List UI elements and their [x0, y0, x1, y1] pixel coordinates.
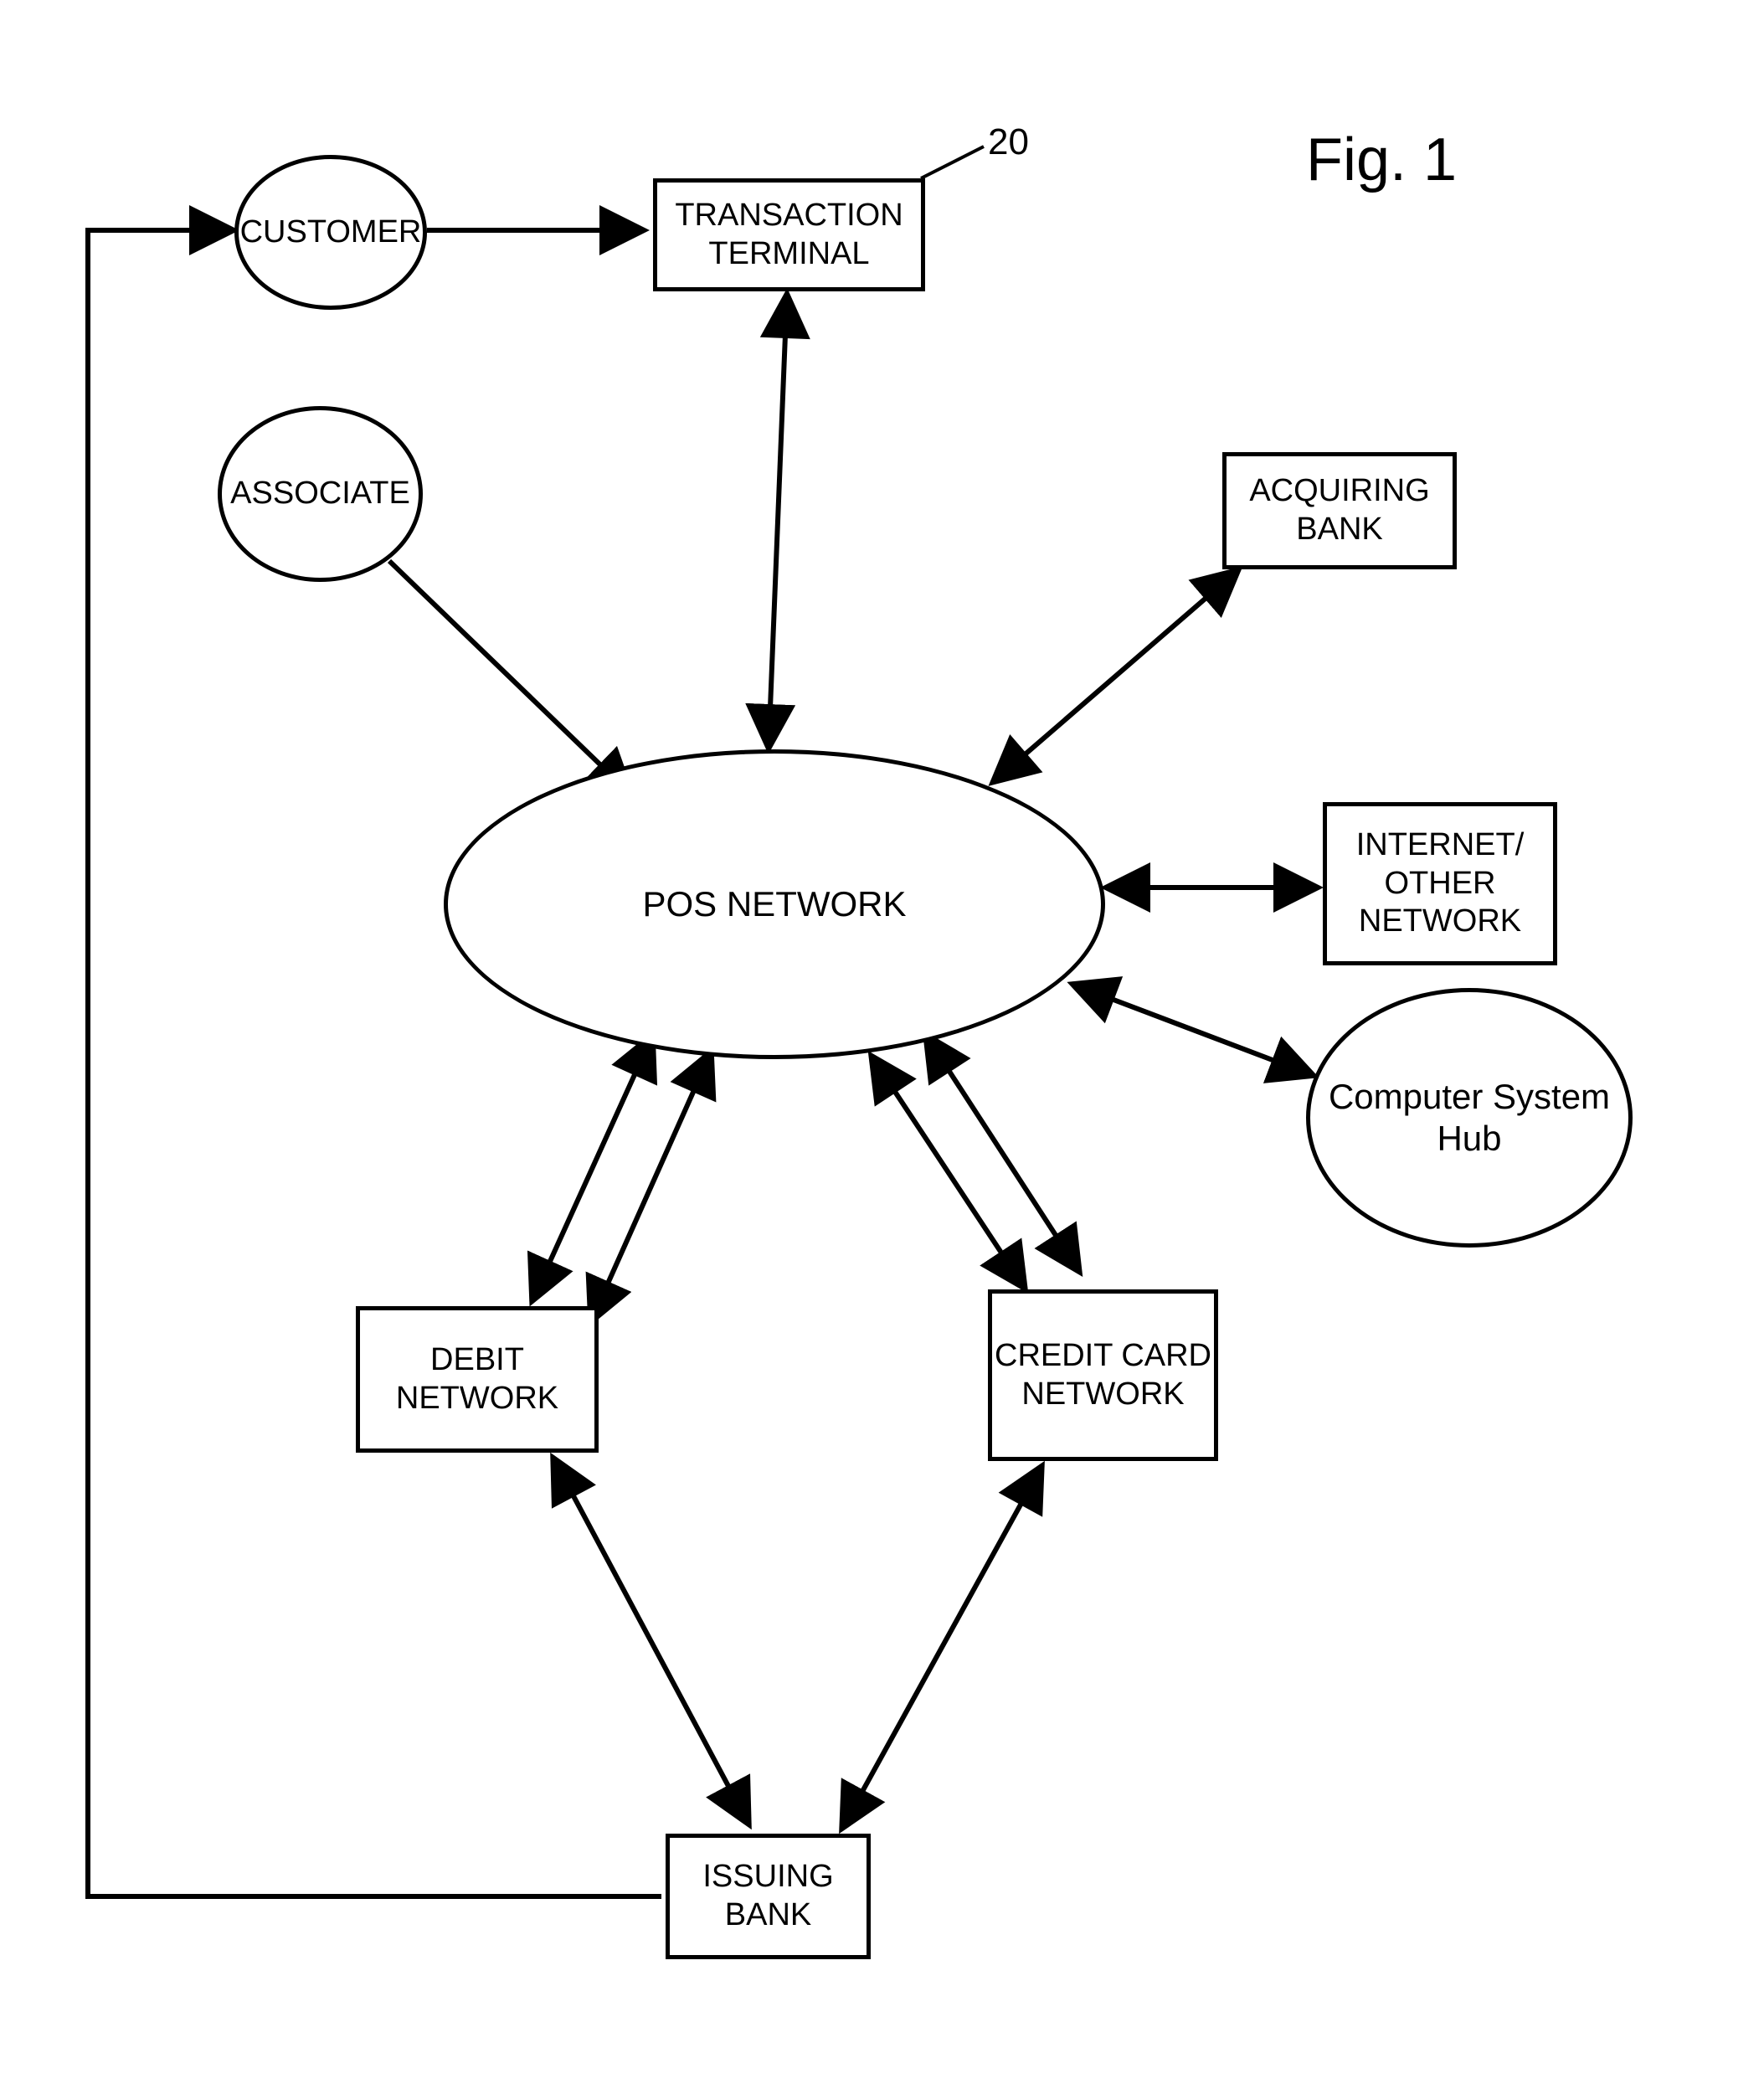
debit-network-label: DEBIT NETWORK	[360, 1341, 594, 1418]
figure-title: Fig. 1	[1306, 126, 1457, 194]
node-customer: CUSTOMER	[234, 155, 427, 310]
credit-card-network-label: CREDIT CARD NETWORK	[992, 1337, 1214, 1413]
node-computer-system-hub: Computer System Hub	[1306, 988, 1633, 1248]
node-credit-card-network: CREDIT CARD NETWORK	[988, 1289, 1218, 1461]
node-pos-network: POS NETWORK	[444, 749, 1105, 1059]
internet-network-label: INTERNET/ OTHER NETWORK	[1327, 826, 1553, 941]
node-issuing-bank: ISSUING BANK	[666, 1834, 871, 1959]
node-transaction-terminal: TRANSACTION TERMINAL	[653, 178, 925, 291]
computer-system-hub-label: Computer System Hub	[1310, 1076, 1628, 1160]
reference-number-text: 20	[988, 121, 1029, 162]
node-internet-network: INTERNET/ OTHER NETWORK	[1323, 802, 1557, 965]
node-associate: ASSOCIATE	[218, 406, 423, 582]
pos-network-label: POS NETWORK	[642, 882, 906, 928]
node-debit-network: DEBIT NETWORK	[356, 1306, 599, 1453]
acquiring-bank-label: ACQUIRING BANK	[1227, 472, 1453, 548]
issuing-bank-label: ISSUING BANK	[670, 1858, 867, 1934]
transaction-terminal-label: TRANSACTION TERMINAL	[657, 197, 921, 273]
node-acquiring-bank: ACQUIRING BANK	[1222, 452, 1457, 569]
associate-label: ASSOCIATE	[230, 475, 410, 513]
customer-label: CUSTOMER	[240, 214, 422, 252]
figure-title-text: Fig. 1	[1306, 126, 1457, 193]
reference-number: 20	[988, 121, 1029, 163]
